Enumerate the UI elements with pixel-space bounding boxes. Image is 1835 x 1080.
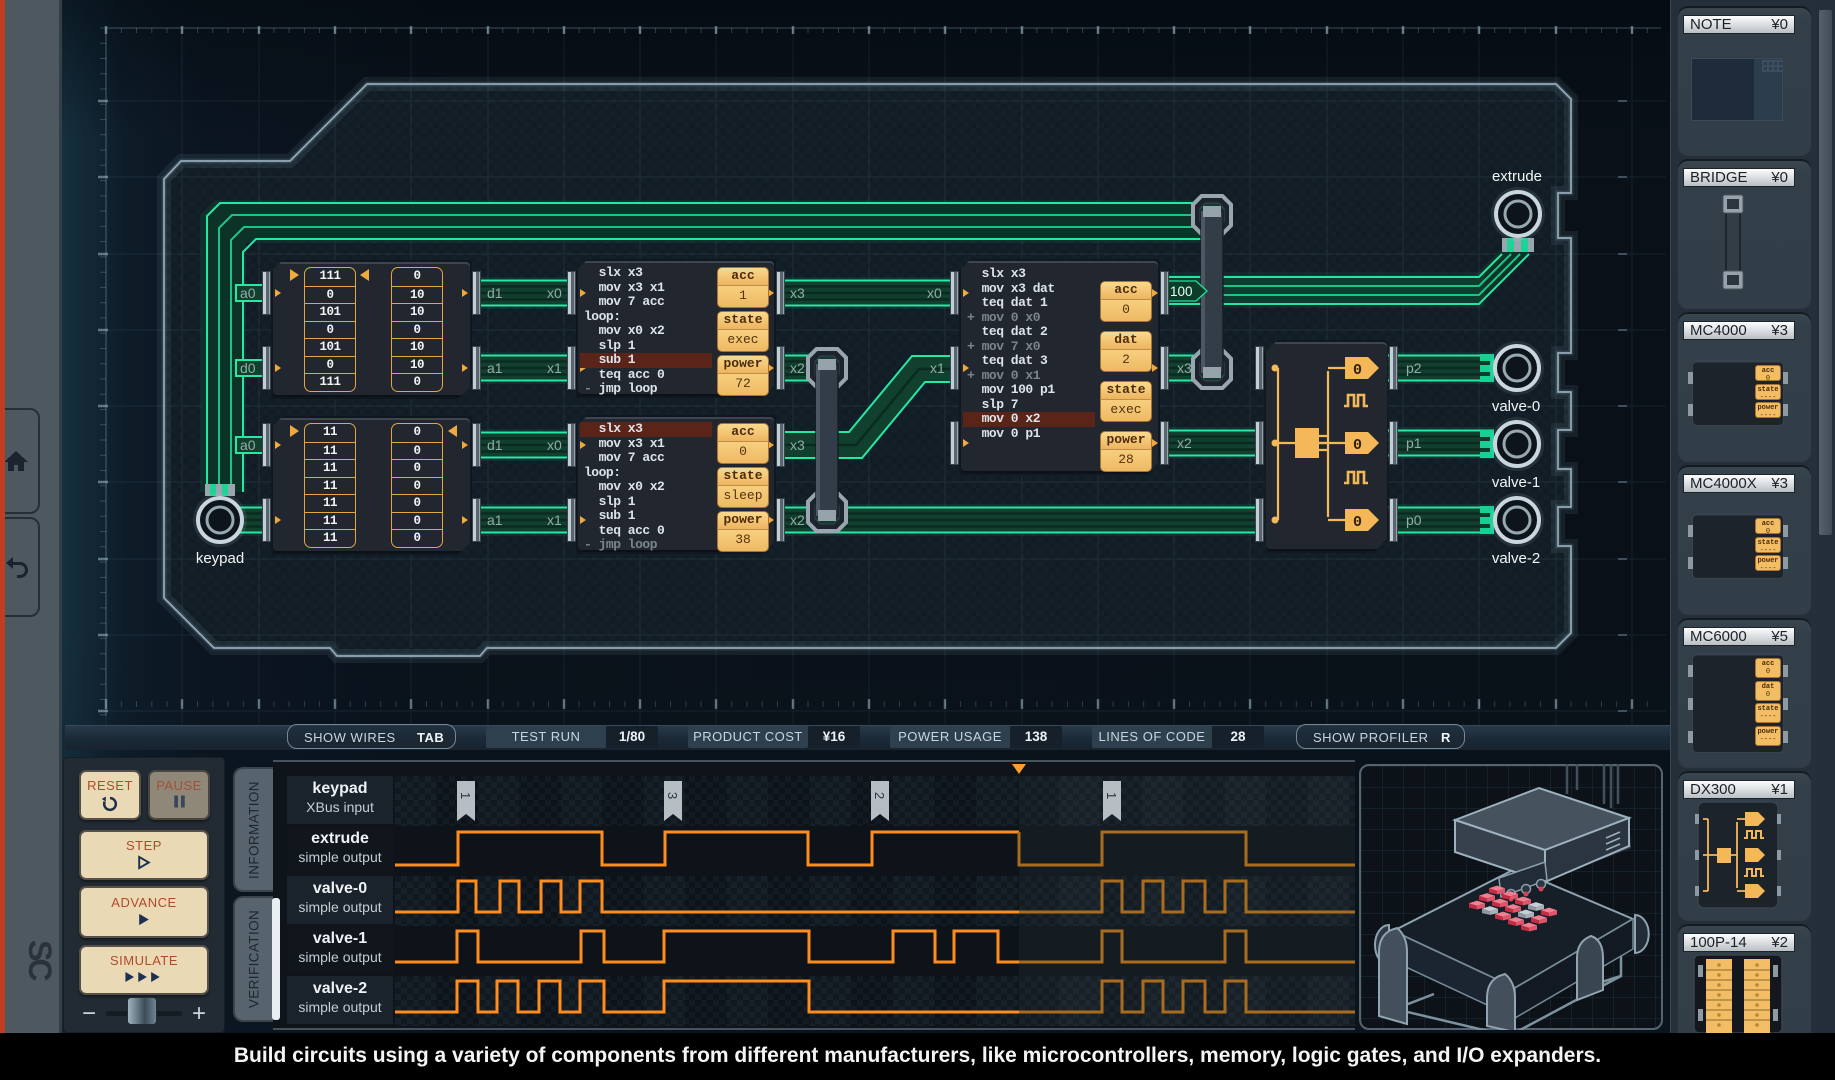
svg-text:3: 3 xyxy=(665,792,680,799)
svg-text:1: 1 xyxy=(1104,792,1119,799)
svg-text:1: 1 xyxy=(458,792,473,799)
svg-text:2: 2 xyxy=(872,792,887,799)
